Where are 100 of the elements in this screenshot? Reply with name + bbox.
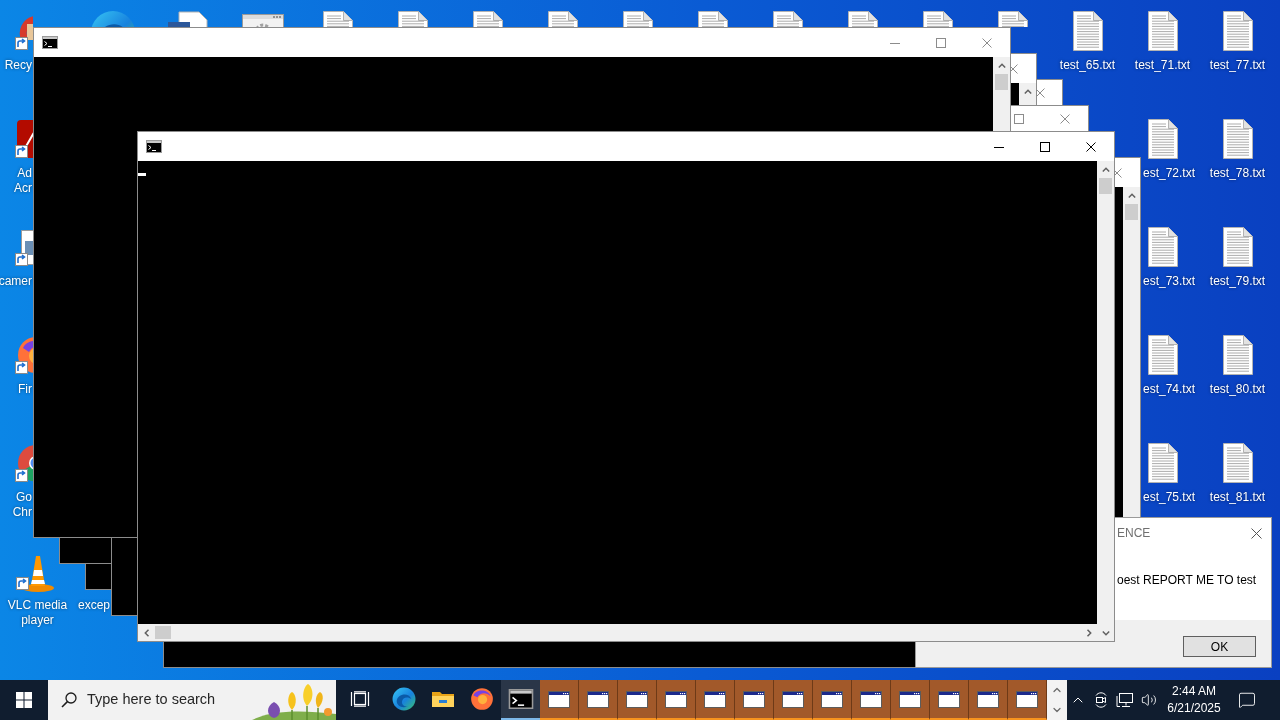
- taskbar-window-button[interactable]: [1008, 680, 1047, 720]
- text-file-icon[interactable]: [696, 10, 729, 27]
- text-file-icon[interactable]: [1221, 442, 1254, 484]
- taskbar-window-button[interactable]: [579, 680, 618, 720]
- window-icon: [821, 690, 843, 708]
- text-file-icon[interactable]: [1146, 226, 1179, 268]
- icon-label[interactable]: test_81.txt: [1209, 490, 1266, 505]
- close-icon: [1086, 141, 1096, 152]
- icon-label[interactable]: test_71.txt: [1134, 58, 1191, 73]
- close-icon: [982, 37, 992, 48]
- taskbar-window-button[interactable]: [930, 680, 969, 720]
- windows-logo-icon: [16, 692, 32, 708]
- icon-label[interactable]: excep: [77, 598, 110, 613]
- window-icon: [938, 690, 960, 708]
- taskbar-window-button[interactable]: [696, 680, 735, 720]
- text-file-icon[interactable]: [1146, 10, 1179, 52]
- text-file-icon[interactable]: [321, 10, 354, 27]
- video-camera-icon[interactable]: [1093, 692, 1109, 708]
- text-file-icon[interactable]: [846, 10, 879, 27]
- taskbar-window-button[interactable]: [618, 680, 657, 720]
- text-file-icon[interactable]: [471, 10, 504, 27]
- taskbar-window-button[interactable]: [774, 680, 813, 720]
- taskbar-window-button[interactable]: [891, 680, 930, 720]
- task-view-icon: [350, 691, 370, 707]
- icon-label[interactable]: camer: [0, 274, 32, 289]
- window-icon: [1016, 690, 1038, 708]
- console-icon: [146, 140, 162, 153]
- icon-label[interactable]: est_75.txt: [1142, 490, 1195, 505]
- window-icon: [704, 690, 726, 708]
- icon-label[interactable]: Fir: [18, 382, 32, 397]
- text-file-icon[interactable]: [996, 10, 1029, 27]
- window-icon: [665, 690, 687, 708]
- icon-label[interactable]: test_80.txt: [1209, 382, 1266, 397]
- clock[interactable]: 2:44 AM 6/21/2025: [1161, 680, 1227, 720]
- dialog-button[interactable]: OK: [1183, 636, 1256, 657]
- text-file-icon[interactable]: [1221, 10, 1254, 52]
- console-icon: [507, 689, 534, 709]
- icon-label[interactable]: test_79.txt: [1209, 274, 1266, 289]
- text-file-icon[interactable]: [1146, 334, 1179, 376]
- text-file-icon[interactable]: [621, 10, 654, 27]
- close-icon: [1060, 113, 1070, 124]
- dialog-message: oest REPORT ME TO test: [1117, 573, 1258, 588]
- icon-label[interactable]: Ad Acr: [14, 166, 32, 196]
- text-file-icon[interactable]: [396, 10, 429, 27]
- folder-icon: [430, 689, 455, 709]
- taskbar-window-button[interactable]: [813, 680, 852, 720]
- text-file-icon[interactable]: [771, 10, 804, 27]
- maximize-icon: [1014, 113, 1024, 124]
- taskbar-window-button[interactable]: [540, 680, 579, 720]
- app-shortcut-icon[interactable]: [15, 118, 33, 160]
- text-file-icon[interactable]: [1146, 442, 1179, 484]
- text-file-icon[interactable]: [1221, 334, 1254, 376]
- notifications-icon[interactable]: [1238, 691, 1256, 709]
- icon-label[interactable]: Recy: [4, 58, 32, 73]
- console-icon: [42, 36, 58, 49]
- scrollbar-thumb[interactable]: [155, 626, 171, 639]
- text-file-icon[interactable]: [1146, 118, 1179, 160]
- window-icon: [860, 690, 882, 708]
- browser-icon: [391, 687, 416, 711]
- maximize-icon: [936, 37, 946, 48]
- scrollbar-thumb[interactable]: [1125, 204, 1138, 220]
- scrollbar-thumb[interactable]: [1099, 178, 1112, 194]
- chevron-left-icon[interactable]: [143, 628, 150, 637]
- close-icon: [1250, 527, 1262, 539]
- scrollbar-thumb[interactable]: [995, 74, 1008, 90]
- chevron-right-icon[interactable]: [1085, 628, 1092, 637]
- maximize-icon: [1040, 141, 1050, 152]
- window-icon: [587, 690, 609, 708]
- volume-icon[interactable]: [1141, 692, 1157, 708]
- icon-label[interactable]: test_77.txt: [1209, 58, 1266, 73]
- icon-label[interactable]: est_74.txt: [1142, 382, 1195, 397]
- icon-label[interactable]: VLC media player: [7, 598, 68, 628]
- taskbar-window-button[interactable]: [852, 680, 891, 720]
- search-box[interactable]: Type here to search: [48, 680, 336, 720]
- taskbar-window-button[interactable]: [969, 680, 1008, 720]
- taskbar-window-button[interactable]: [735, 680, 774, 720]
- text-file-icon[interactable]: [1221, 118, 1254, 160]
- window-icon: [977, 690, 999, 708]
- icon-label[interactable]: test_78.txt: [1209, 166, 1266, 181]
- text-file-icon[interactable]: [921, 10, 954, 27]
- text-file-icon[interactable]: [546, 10, 579, 27]
- text-file-icon[interactable]: [1221, 226, 1254, 268]
- network-icon[interactable]: [1116, 692, 1134, 708]
- window-icon: [626, 690, 648, 708]
- icon-label[interactable]: est_72.txt: [1142, 166, 1195, 181]
- vertical-scrollbar[interactable]: [1097, 161, 1114, 641]
- search-field[interactable]: Type here to search: [87, 689, 237, 711]
- icon-label[interactable]: Go Chr: [12, 490, 32, 520]
- window-icon: [743, 690, 765, 708]
- console-button[interactable]: [501, 680, 540, 720]
- browser-icon: [469, 687, 494, 711]
- icon-label[interactable]: test_65.txt: [1059, 58, 1116, 73]
- dialog-title: ENCE: [1117, 525, 1151, 542]
- taskbar-window-button[interactable]: [657, 680, 696, 720]
- chevron-down-icon[interactable]: [1101, 629, 1110, 636]
- icon-label[interactable]: est_73.txt: [1142, 274, 1195, 289]
- horizontal-scrollbar[interactable]: [138, 624, 1097, 641]
- window-icon: [782, 690, 804, 708]
- window-icon: [548, 690, 570, 708]
- text-file-icon[interactable]: [1071, 10, 1104, 52]
